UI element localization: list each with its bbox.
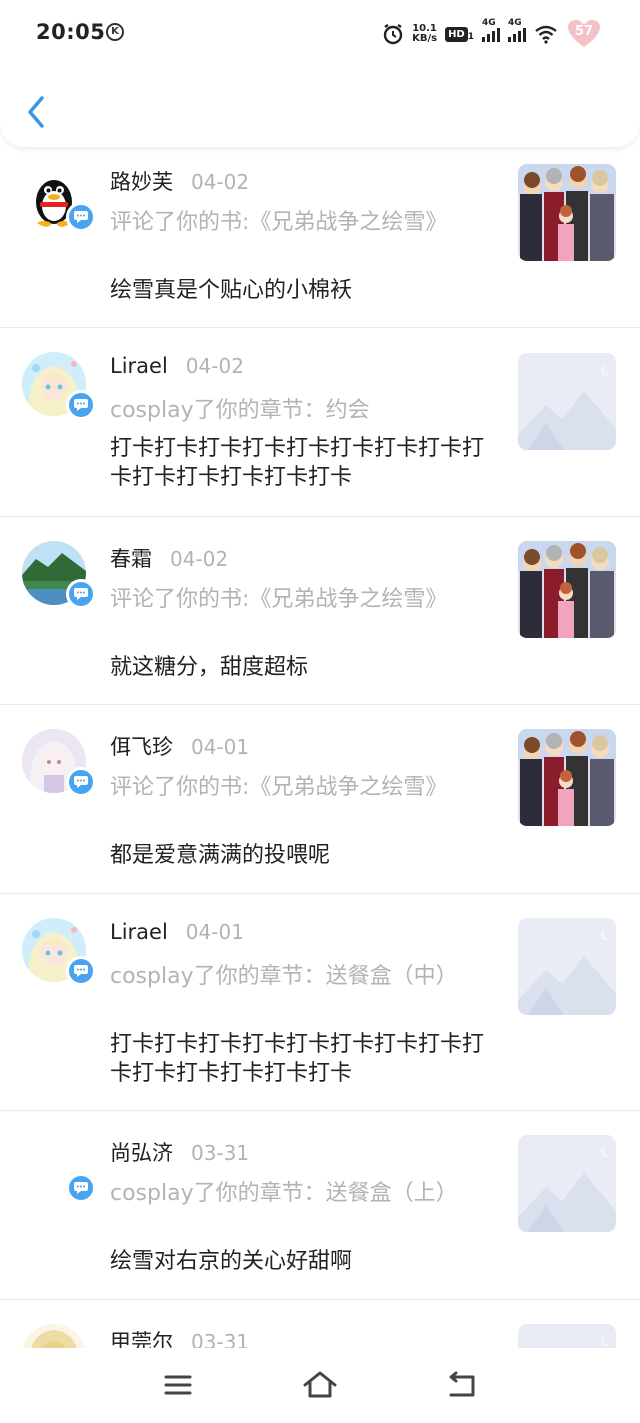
user-name[interactable]: 路妙芙	[110, 166, 173, 196]
timestamp: 03-31	[191, 1330, 250, 1348]
comment-text: 绘雪真是个贴心的小棉袄	[110, 278, 353, 303]
notification-list[interactable]: 路妙芙 04-02 评论了你的书:《兄弟战争之绘雪》 绘雪真是个贴心的小棉袄 L…	[0, 150, 640, 1348]
comment-badge	[66, 767, 96, 797]
user-name[interactable]: 佴飞珍	[110, 731, 173, 761]
comment-text: 就这糖分，甜度超标	[110, 655, 309, 680]
comment-bubble-icon	[74, 1182, 88, 1194]
comment-bubble-icon	[74, 211, 88, 223]
chapter-thumbnail[interactable]	[518, 1135, 616, 1232]
comment-badge	[66, 956, 96, 986]
comment-bubble-icon	[74, 399, 88, 411]
signal-icon-2: 4G	[508, 18, 526, 42]
list-item[interactable]: 春霜 04-02 评论了你的书:《兄弟战争之绘雪》 就这糖分，甜度超标	[0, 517, 640, 705]
status-time: 20:05	[36, 20, 106, 44]
timestamp: 04-02	[191, 170, 250, 194]
action-text: 评论了你的书:《兄弟战争之绘雪》	[110, 210, 448, 235]
menu-button[interactable]	[158, 1368, 198, 1402]
comment-text: 打卡打卡打卡打卡打卡打卡打卡打卡打卡打卡打卡打卡打卡打卡	[110, 436, 485, 490]
comment-badge	[66, 390, 96, 420]
user-name[interactable]: 春霜	[110, 543, 152, 573]
timestamp: 04-02	[185, 354, 244, 378]
k-status-icon: K	[106, 23, 124, 41]
alarm-icon	[383, 24, 403, 45]
comment-badge	[66, 202, 96, 232]
comment-bubble-icon	[74, 965, 88, 977]
user-name[interactable]: 尚弘济	[110, 1137, 173, 1167]
chevron-left-icon	[28, 96, 44, 128]
blonde-avatar-icon	[22, 1324, 86, 1348]
action-text: cosplay了你的章节：约会	[110, 398, 370, 423]
comment-text: 都是爱意满满的投喂呢	[110, 843, 331, 868]
system-nav-bar	[0, 1348, 640, 1423]
battery-level: 57	[574, 24, 594, 39]
list-item[interactable]: 尚弘济 03-31 cosplay了你的章节：送餐盒（上） 绘雪对右京的关心好甜…	[0, 1111, 640, 1300]
menu-icon	[164, 1375, 192, 1395]
net-speed-unit: KB/s	[412, 33, 438, 44]
list-item[interactable]: 甲莞尔 03-31	[0, 1300, 640, 1348]
comment-text: 绘雪对右京的关心好甜啊	[110, 1249, 353, 1274]
image-placeholder-icon	[518, 1324, 616, 1348]
list-item[interactable]: Lirael 04-02 cosplay了你的章节：约会 打卡打卡打卡打卡打卡打…	[0, 328, 640, 517]
image-placeholder-icon	[518, 918, 616, 1015]
comment-badge	[66, 579, 96, 609]
hd-sub: 1	[467, 31, 474, 42]
timestamp: 04-01	[185, 920, 244, 944]
action-text: 评论了你的书:《兄弟战争之绘雪》	[110, 775, 448, 800]
action-text: cosplay了你的章节：送餐盒（中）	[110, 964, 458, 989]
signal-icon-1: 4G	[482, 18, 500, 42]
image-placeholder-icon	[518, 353, 616, 450]
sim1-label: 4G	[482, 18, 496, 28]
user-avatar[interactable]	[22, 1324, 86, 1348]
comment-bubble-icon	[74, 776, 88, 788]
home-icon	[303, 1371, 337, 1398]
timestamp: 04-01	[191, 735, 250, 759]
battery-heart-icon: 57	[566, 19, 602, 49]
list-item[interactable]: 路妙芙 04-02 评论了你的书:《兄弟战争之绘雪》 绘雪真是个贴心的小棉袄	[0, 150, 640, 328]
book-cover-thumbnail[interactable]	[518, 541, 616, 638]
chapter-thumbnail[interactable]	[518, 353, 616, 450]
back-icon	[449, 1371, 475, 1397]
list-item[interactable]: Lirael 04-01 cosplay了你的章节：送餐盒（中） 打卡打卡打卡打…	[0, 894, 640, 1111]
wifi-icon	[535, 25, 557, 44]
timestamp: 03-31	[191, 1141, 250, 1165]
timestamp: 04-02	[170, 547, 229, 571]
net-speed: 10.1 KB/s	[412, 24, 437, 44]
comment-badge	[66, 1173, 96, 1203]
user-name[interactable]: Lirael	[110, 354, 168, 378]
status-bar: 20:05 K 10.1 KB/s HD 1 4G 4G 57	[0, 0, 640, 68]
list-item[interactable]: 佴飞珍 04-01 评论了你的书:《兄弟战争之绘雪》 都是爱意满满的投喂呢	[0, 705, 640, 894]
comment-text: 打卡打卡打卡打卡打卡打卡打卡打卡打卡打卡打卡打卡打卡打卡	[110, 1032, 485, 1086]
chapter-thumbnail[interactable]	[518, 918, 616, 1015]
chapter-thumbnail[interactable]	[518, 1324, 616, 1348]
comment-bubble-icon	[74, 588, 88, 600]
image-placeholder-icon	[518, 1135, 616, 1232]
sim2-label: 4G	[508, 18, 522, 28]
home-button[interactable]	[300, 1368, 340, 1402]
action-text: 评论了你的书:《兄弟战争之绘雪》	[110, 587, 448, 612]
book-cover-thumbnail[interactable]	[518, 729, 616, 826]
action-text: cosplay了你的章节：送餐盒（上）	[110, 1181, 458, 1206]
back-button[interactable]	[20, 92, 52, 132]
user-name[interactable]: 甲莞尔	[110, 1326, 173, 1348]
book-cover-thumbnail[interactable]	[518, 164, 616, 261]
back-nav-button[interactable]	[442, 1368, 482, 1402]
hd-badge: HD	[445, 26, 468, 42]
user-name[interactable]: Lirael	[110, 920, 168, 944]
